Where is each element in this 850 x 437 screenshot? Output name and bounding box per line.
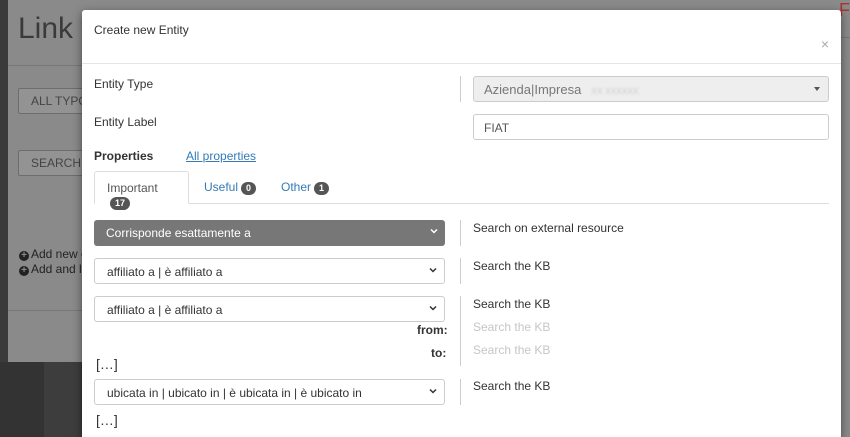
count-badge: 17 [110, 197, 131, 210]
search-kb-field[interactable]: Search the KB [473, 379, 550, 393]
divider [8, 310, 82, 311]
tab-label: Other [281, 180, 312, 194]
entity-type-value: Azienda|Impresa [484, 82, 582, 97]
modal-header: Create new Entity × [82, 10, 841, 64]
property-value: affiliato a | è affiliato a [107, 265, 223, 279]
background-mid-area [44, 362, 82, 437]
blurred-text: xx xxxxxx [591, 85, 639, 97]
create-entity-modal: Create new Entity × Entity Type Azienda|… [82, 10, 841, 437]
add-and-link-link: + Add and li [19, 262, 82, 276]
caret-down-icon [814, 87, 820, 91]
search-kb-field[interactable]: Search the KB [473, 259, 550, 273]
entity-type-label: Entity Type [94, 77, 154, 91]
chevron-down-icon [430, 228, 438, 234]
tab-label: Important [107, 181, 158, 195]
entity-label-input[interactable]: FIAT [473, 114, 829, 140]
plus-circle-icon: + [19, 251, 29, 261]
background-dark-area [0, 362, 44, 437]
column-separator [460, 379, 461, 405]
all-properties-link[interactable]: All properties [186, 149, 256, 163]
ellipsis-text: […] [96, 412, 118, 428]
match-type-value: Corrisponde esattamente a [106, 226, 251, 240]
property-value: affiliato a | è affiliato a [107, 303, 223, 317]
background-title: Link t [18, 12, 90, 45]
count-badge: 0 [241, 182, 257, 195]
background-right-strip [841, 0, 850, 437]
column-separator [460, 296, 461, 366]
chevron-down-icon [429, 388, 437, 394]
chevron-down-icon [429, 267, 437, 273]
from-label: from: [417, 323, 448, 337]
search-kb-to-field[interactable]: Search the KB [473, 343, 550, 357]
property-select[interactable]: ubicata in | ubicato in | è ubicata in |… [94, 379, 445, 405]
search-kb-from-field[interactable]: Search the KB [473, 320, 550, 334]
property-value: ubicata in | ubicato in | è ubicata in |… [107, 386, 362, 400]
tab-label: Useful [204, 180, 239, 194]
property-select[interactable]: affiliato a | è affiliato a [94, 258, 445, 284]
all-types-button: ALL TYPO [18, 88, 88, 114]
add-and-link-label: Add and li [31, 262, 82, 276]
entity-type-select[interactable]: Azienda|Impresa xx xxxxxx [473, 76, 829, 102]
add-new-label: Add new e [31, 247, 82, 261]
property-select[interactable]: affiliato a | è affiliato a [94, 296, 445, 322]
column-separator [460, 76, 461, 102]
ellipsis-text: […] [96, 356, 118, 372]
close-icon[interactable]: × [821, 36, 829, 52]
count-badge: 1 [314, 182, 330, 195]
to-label: to: [431, 346, 447, 360]
search-external-resource[interactable]: Search on external resource [473, 221, 624, 235]
divider [8, 65, 82, 66]
search-button: SEARCH I [18, 150, 88, 176]
modal-title: Create new Entity [94, 23, 189, 37]
entity-label-label: Entity Label [94, 115, 157, 129]
add-new-entity-link: +Add new e [19, 247, 82, 261]
chevron-down-icon [429, 305, 437, 311]
tab-important[interactable]: Important 17 [94, 171, 189, 210]
plus-circle-icon: + [19, 266, 29, 276]
column-separator [460, 258, 461, 284]
match-type-select[interactable]: Corrisponde esattamente a [94, 220, 445, 246]
tab-other[interactable]: Other 1 [269, 171, 341, 204]
properties-label: Properties [94, 149, 154, 163]
tab-useful[interactable]: Useful 0 [192, 171, 268, 204]
search-kb-field[interactable]: Search the KB [473, 297, 550, 311]
column-separator [460, 220, 461, 246]
